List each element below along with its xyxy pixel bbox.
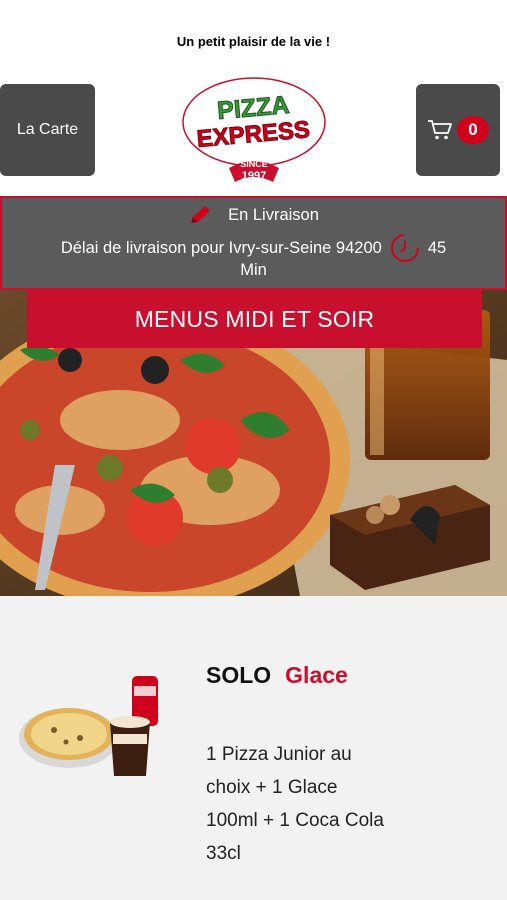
pencil-icon — [191, 206, 211, 223]
la-carte-label: La Carte — [16, 121, 79, 138]
logo-since: SINCE — [240, 159, 268, 169]
cart-icon — [428, 120, 452, 140]
cart-count-badge: 0 — [457, 116, 489, 144]
delivery-info-band: En Livraison Délai de livraison pour Ivr… — [0, 196, 507, 290]
menu-item-variant: Glace — [285, 662, 348, 688]
logo-year: 1997 — [242, 170, 266, 182]
pizza-express-logo[interactable]: PIZZA EXPRESS SINCE 1997 — [181, 76, 327, 184]
delivery-minutes: 45 — [427, 238, 447, 257]
menu-item-name: SOLO — [206, 662, 272, 688]
menu-category-banner[interactable]: MENUS MIDI ET SOIR — [27, 290, 482, 348]
delivery-status: En Livraison — [228, 205, 319, 224]
clock-icon — [390, 234, 419, 262]
delivery-delay-text: Délai de livraison pour Ivry-sur-Seine 9… — [60, 238, 382, 257]
menu-item-title: SOLO Glace — [206, 662, 348, 689]
product-image[interactable] — [14, 672, 164, 784]
la-carte-button[interactable]: La Carte — [0, 84, 95, 176]
cart-button[interactable]: 0 — [416, 84, 500, 176]
delivery-unit: Min — [240, 261, 267, 279]
menu-category-title: MENUS MIDI ET SOIR — [134, 305, 375, 332]
tagline: Un petit plaisir de la vie ! — [176, 34, 331, 49]
menu-item-description: 1 Pizza Junior au choix + 1 Glace 100ml … — [206, 744, 384, 864]
